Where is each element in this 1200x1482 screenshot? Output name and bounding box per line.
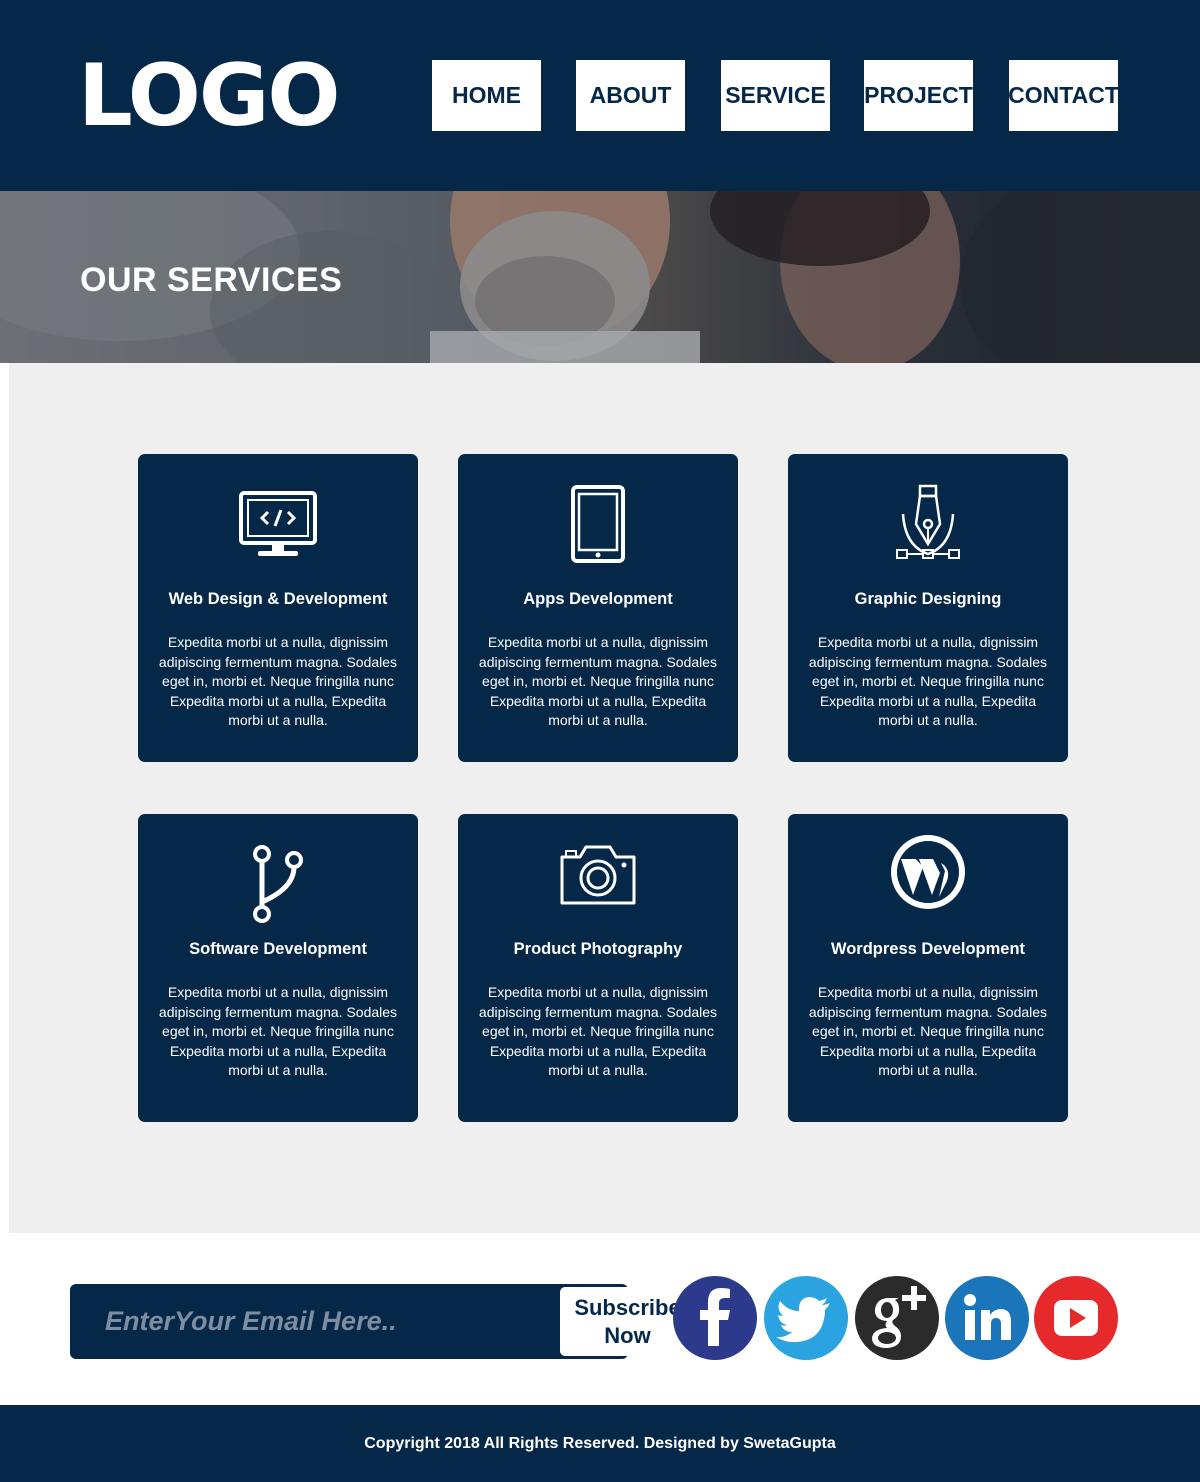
page-title: OUR SERVICES	[80, 261, 343, 299]
nav-project-button[interactable]: PROJECT	[864, 60, 973, 131]
facebook-icon[interactable]	[673, 1276, 757, 1360]
service-description: Expedita morbi ut a nulla, dignissim adi…	[478, 634, 718, 728]
service-card-wordpress[interactable]: Wordpress Development Expedita morbi ut …	[788, 814, 1068, 1122]
service-description: Expedita morbi ut a nulla, dignissim adi…	[808, 984, 1048, 1078]
service-card-graphic[interactable]: Graphic Designing Expedita morbi ut a nu…	[788, 454, 1068, 762]
site-footer: Copyright 2018 All Rights Reserved. Desi…	[0, 1405, 1200, 1482]
site-logo[interactable]: LOGO	[78, 46, 341, 146]
service-description: Expedita morbi ut a nulla, dignissim adi…	[158, 634, 398, 728]
site-header: LOGO HOME ABOUT SERVICE PROJECT CONTACT	[0, 0, 1200, 191]
service-description: Expedita morbi ut a nulla, dignissim adi…	[478, 984, 718, 1078]
git-branch-icon	[138, 844, 418, 924]
linkedin-icon[interactable]	[945, 1276, 1029, 1360]
nav-contact-button[interactable]: CONTACT	[1008, 60, 1119, 131]
nav-about-button[interactable]: ABOUT	[576, 60, 685, 131]
service-title: Product Photography	[513, 940, 683, 958]
email-input[interactable]	[70, 1284, 490, 1359]
service-card-software[interactable]: Software Development Expedita morbi ut a…	[138, 814, 418, 1122]
camera-icon	[458, 834, 738, 914]
wordpress-icon	[788, 832, 1068, 912]
google-plus-icon[interactable]	[855, 1276, 939, 1360]
service-description: Expedita morbi ut a nulla, dignissim adi…	[158, 984, 398, 1078]
service-title: Wordpress Development	[830, 940, 1026, 958]
monitor-code-icon	[138, 484, 418, 564]
service-title: Graphic Designing	[854, 590, 1002, 608]
service-card-web-design[interactable]: Web Design & Development Expedita morbi …	[138, 454, 418, 762]
twitter-icon[interactable]	[764, 1276, 848, 1360]
nav-home-button[interactable]: HOME	[432, 60, 541, 131]
subscribe-button-label: Subscribe	[574, 1294, 681, 1320]
service-title: Software Development	[189, 940, 367, 958]
tablet-icon	[458, 484, 738, 564]
service-description: Expedita morbi ut a nulla, dignissim adi…	[808, 634, 1048, 728]
youtube-icon[interactable]	[1034, 1276, 1118, 1360]
subscribe-button-label-2: Now	[604, 1322, 651, 1348]
nav-service-button[interactable]: SERVICE	[721, 60, 830, 131]
copyright-text: Copyright 2018 All Rights Reserved. Desi…	[364, 1434, 836, 1452]
service-card-photography[interactable]: Product Photography Expedita morbi ut a …	[458, 814, 738, 1122]
service-title: Apps Development	[523, 590, 673, 608]
subscribe-form: Subscribe Now	[70, 1284, 695, 1359]
service-title: Web Design & Development	[168, 590, 388, 608]
service-card-apps[interactable]: Apps Development Expedita morbi ut a nul…	[458, 454, 738, 762]
pen-tool-icon	[788, 484, 1068, 564]
hero-banner: OUR SERVICES	[0, 191, 1200, 363]
